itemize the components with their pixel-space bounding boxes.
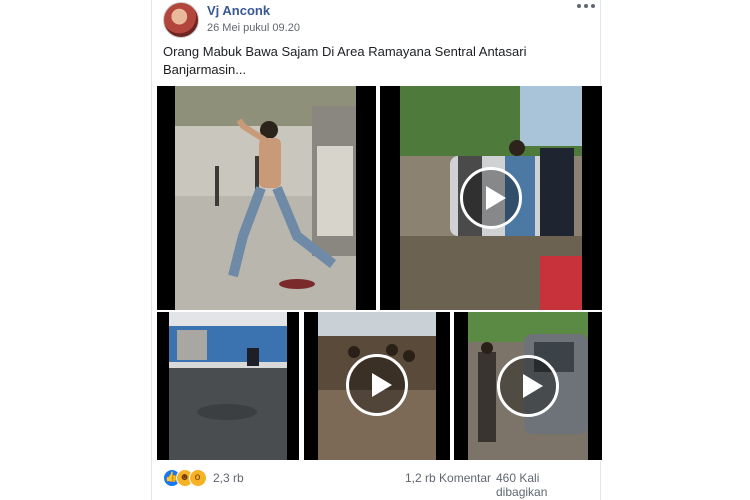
author-avatar[interactable] (163, 2, 199, 38)
comment-count[interactable]: 1,2 rb Komentar (405, 471, 491, 485)
share-count[interactable]: 460 Kali dibagikan (496, 471, 593, 499)
media-video-1[interactable] (380, 86, 602, 310)
post-timestamp[interactable]: 26 Mei pukul 09.20 (207, 22, 300, 34)
play-button-icon[interactable] (497, 355, 559, 417)
reaction-count[interactable]: 2,3 rb (213, 471, 244, 485)
post-footer: 👍 ☻ o 2,3 rb 1,2 rb Komentar 460 Kali di… (163, 468, 593, 499)
play-button-icon[interactable] (460, 167, 522, 229)
play-button-icon[interactable] (346, 354, 408, 416)
wow-icon: o (189, 469, 207, 487)
media-video-2[interactable] (304, 312, 450, 460)
media-photo-1[interactable] (157, 86, 376, 310)
media-video-3[interactable] (454, 312, 602, 460)
media-photo-2[interactable] (157, 312, 299, 460)
more-options-icon[interactable] (575, 0, 597, 14)
author-name[interactable]: Vj Anconk (207, 3, 270, 18)
post-text: Orang Mabuk Bawa Sajam Di Area Ramayana … (163, 44, 527, 77)
